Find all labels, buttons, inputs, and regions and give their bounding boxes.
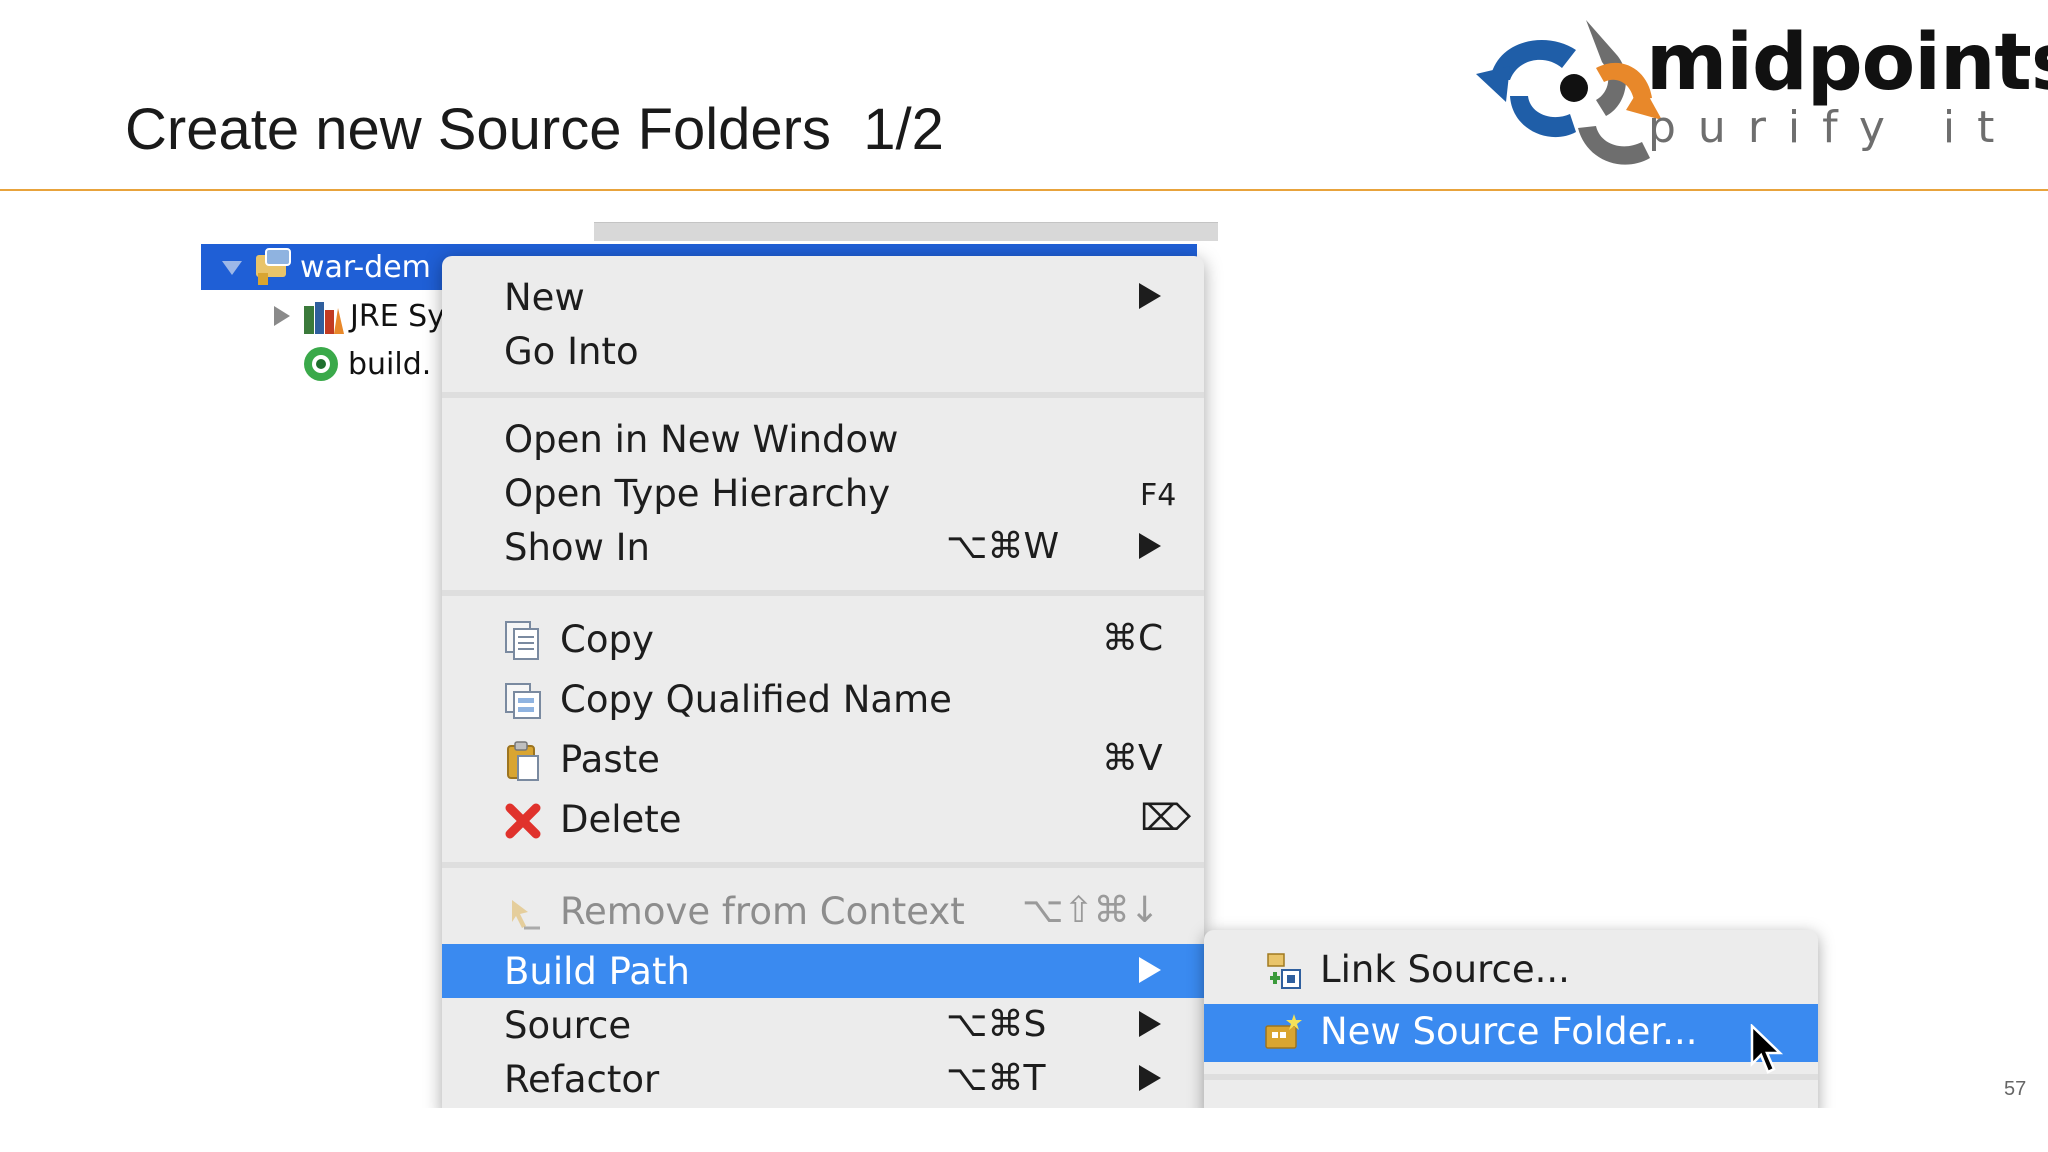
submenu-arrow-icon xyxy=(1139,1011,1161,1037)
menu-item-copy[interactable]: Copy ⌘C xyxy=(442,612,1204,666)
menu-item-shortcut: F4 xyxy=(1140,478,1177,513)
submenu-arrow-icon xyxy=(1139,957,1161,983)
menu-item-refactor[interactable]: Refactor ⌥⌘T xyxy=(442,1052,1204,1106)
project-folder-icon xyxy=(256,248,291,285)
menu-item-label: New xyxy=(504,276,585,319)
tree-item-project[interactable]: war-dem xyxy=(220,245,431,289)
submenu-item-link-source[interactable]: Link Source... xyxy=(1204,942,1818,996)
menu-item-build-path[interactable]: Build Path xyxy=(442,944,1204,998)
menu-item-shortcut: ⌘C xyxy=(1102,618,1164,659)
menu-item-new[interactable]: New xyxy=(442,270,1204,324)
menu-separator xyxy=(442,392,1204,398)
menu-item-label: Paste xyxy=(560,738,660,781)
menu-item-shortcut: ⌥⌘T xyxy=(946,1058,1046,1099)
menu-item-open-type-hierarchy[interactable]: Open Type Hierarchy F4 xyxy=(442,466,1204,520)
menu-item-paste[interactable]: Paste ⌘V xyxy=(442,732,1204,786)
menu-item-delete[interactable]: Delete ⌦ xyxy=(442,792,1204,846)
submenu-arrow-icon xyxy=(1139,1065,1161,1091)
build-path-submenu: Link Source... New Source Folder... xyxy=(1204,930,1818,1116)
menu-item-label: Open in New Window xyxy=(504,418,899,461)
expand-arrow-icon[interactable] xyxy=(220,255,244,279)
menu-separator xyxy=(442,590,1204,596)
menu-item-label: Build Path xyxy=(504,950,690,993)
menu-separator xyxy=(1204,1074,1818,1080)
tree-item-label: war-dem xyxy=(300,249,431,285)
editor-tab-strip xyxy=(594,222,1218,241)
copy-qualified-name-icon xyxy=(505,683,541,719)
menu-item-label: New Source Folder... xyxy=(1320,1010,1698,1053)
submenu-arrow-icon xyxy=(1139,283,1161,309)
menu-item-label: Copy Qualified Name xyxy=(560,678,952,721)
menu-item-shortcut: ⌥⌘W xyxy=(946,526,1060,567)
link-source-icon xyxy=(1267,953,1301,989)
menu-item-label: Copy xyxy=(560,618,654,661)
menu-item-label: Source xyxy=(504,1004,632,1047)
menu-item-label: Delete xyxy=(560,798,682,841)
library-icon xyxy=(304,302,344,334)
tree-item-label: JRE Sy xyxy=(350,298,445,334)
menu-item-label: Link Source... xyxy=(1320,948,1570,991)
menu-item-label: Open Type Hierarchy xyxy=(504,472,891,515)
tree-item-build[interactable]: build. xyxy=(300,342,431,386)
menu-item-shortcut: ⌦ xyxy=(1140,798,1191,839)
copy-icon xyxy=(505,621,539,660)
collapse-arrow-icon[interactable] xyxy=(270,304,294,328)
menu-item-source[interactable]: Source ⌥⌘S xyxy=(442,998,1204,1052)
menu-item-shortcut: ⌘V xyxy=(1102,738,1163,779)
context-menu: New Go Into Open in New Window Open Type… xyxy=(442,256,1204,1116)
page-number: 57 xyxy=(2004,1078,2027,1100)
delete-icon xyxy=(505,803,541,839)
menu-item-label: Go Into xyxy=(504,330,639,373)
menu-item-show-in[interactable]: Show In ⌥⌘W xyxy=(442,520,1204,574)
screenshot-crop-edge xyxy=(0,1108,2048,1152)
new-source-folder-icon xyxy=(1265,1014,1302,1049)
build-icon xyxy=(304,347,338,381)
menu-item-remove-from-context[interactable]: Remove from Context ⌥⇧⌘↓ xyxy=(442,884,1204,938)
mouse-pointer-icon xyxy=(1750,1024,1784,1074)
submenu-item-new-source-folder[interactable]: New Source Folder... xyxy=(1204,1004,1818,1062)
menu-item-label: Show In xyxy=(504,526,650,569)
menu-item-shortcut: ⌥⌘S xyxy=(946,1004,1047,1045)
menu-item-shortcut: ⌥⇧⌘↓ xyxy=(1022,890,1160,931)
menu-item-label: Remove from Context xyxy=(560,890,965,933)
tree-item-jre[interactable]: JRE Sy xyxy=(270,294,445,338)
remove-context-icon xyxy=(512,900,540,930)
menu-item-open-in-new-window[interactable]: Open in New Window xyxy=(442,412,1204,466)
paste-icon xyxy=(507,741,539,781)
menu-item-copy-qualified-name[interactable]: Copy Qualified Name xyxy=(442,672,1204,726)
menu-item-label: Refactor xyxy=(504,1058,660,1101)
menu-item-go-into[interactable]: Go Into xyxy=(442,324,1204,378)
menu-separator xyxy=(442,862,1204,868)
tree-item-label: build. xyxy=(348,346,432,382)
eclipse-screenshot: war-dem JRE Sy build. New Go Into Open i… xyxy=(0,0,2048,1152)
submenu-arrow-icon xyxy=(1139,533,1161,559)
